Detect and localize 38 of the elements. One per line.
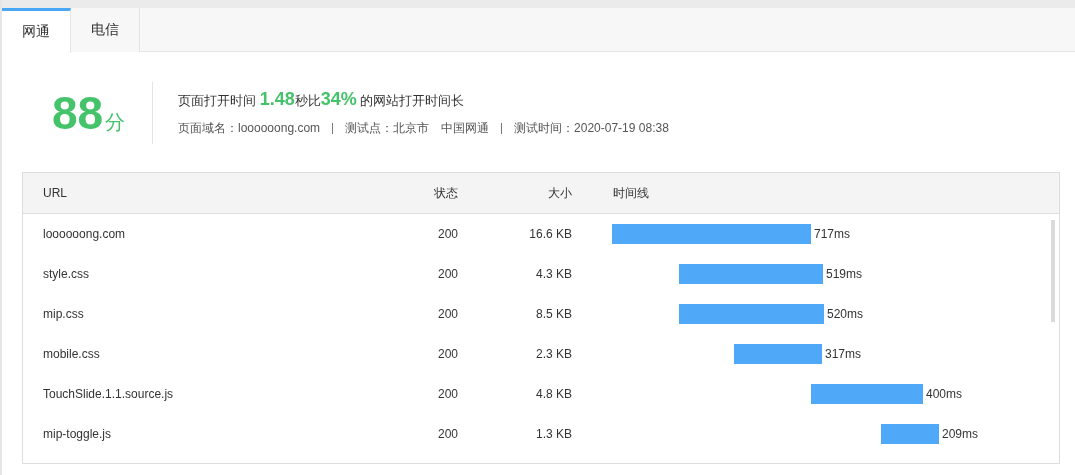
test-time-text: 测试时间：2020-07-19 08:38 <box>514 120 669 137</box>
table-cell-text: 200 <box>436 307 458 321</box>
timing-label: 400ms <box>926 387 963 401</box>
table-cell-text: 2.3 KB <box>534 347 572 361</box>
column-header: 状态 <box>433 184 458 202</box>
tab[interactable]: 电信 <box>71 8 140 52</box>
score-unit: 分 <box>105 110 126 135</box>
table-cell-text: 200 <box>436 347 458 361</box>
timeline-bar <box>881 424 939 444</box>
table-cell-text: mip-toggle.js <box>42 427 113 441</box>
table-cell-text: 200 <box>436 387 458 401</box>
table-cell-text: 16.6 KB <box>528 227 572 241</box>
score-value: 88 <box>52 90 104 136</box>
scrollbar[interactable] <box>1051 220 1055 322</box>
table-cell-text: mobile.css <box>42 347 101 361</box>
table-cell-text: style.css <box>42 267 90 281</box>
tab[interactable]: 网通 <box>2 8 71 53</box>
table-cell-text: 4.8 KB <box>534 387 572 401</box>
table-cell-text: 200 <box>436 427 458 441</box>
column-header: 时间线 <box>613 184 649 202</box>
timing-label: 209ms <box>942 427 979 441</box>
test-location-text: 测试点：北京市 中国网通 <box>345 120 490 137</box>
domain-text: 页面域名：loooooong.com <box>178 120 321 137</box>
timing-label: 317ms <box>825 347 862 361</box>
table-cell-text: 1.3 KB <box>534 427 572 441</box>
table-cell-text: TouchSlide.1.1.source.js <box>42 387 175 401</box>
timing-label: 520ms <box>827 307 864 321</box>
timing-label: 519ms <box>826 267 863 281</box>
timing-label: 717ms <box>814 227 851 241</box>
table-cell-text: 200 <box>436 267 458 281</box>
load-time-summary: 页面打开时间 1.48秒比34% 的网站打开时间长 <box>178 89 466 110</box>
table-cell-text: loooooong.com <box>42 227 127 241</box>
table-cell-text: 4.3 KB <box>534 267 572 281</box>
column-header: URL <box>42 186 68 200</box>
table-cell-text: 200 <box>436 227 458 241</box>
table-cell-text: mip.css <box>42 307 85 321</box>
table-cell-text: 8.5 KB <box>534 307 572 321</box>
column-header: 大小 <box>547 184 572 202</box>
